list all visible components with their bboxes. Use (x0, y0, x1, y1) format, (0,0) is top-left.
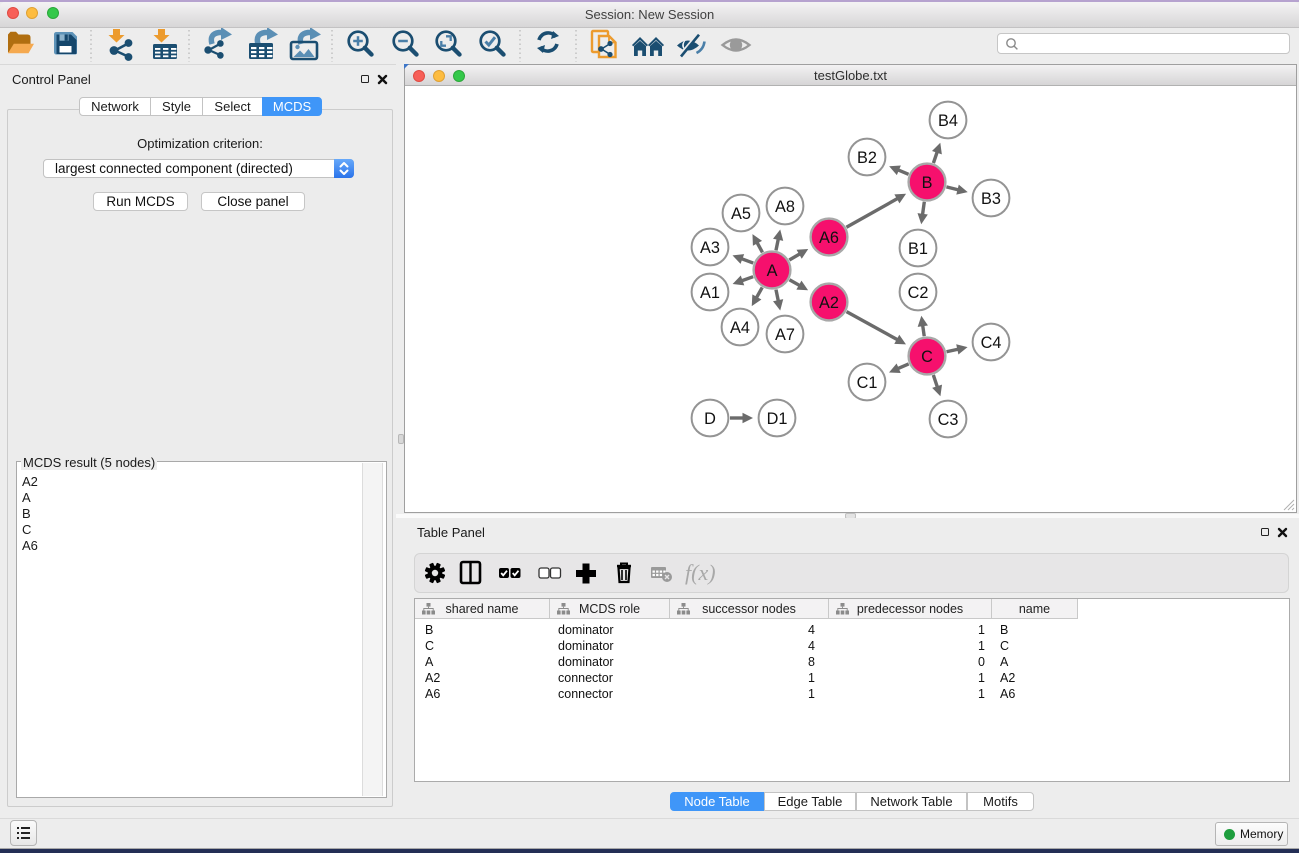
svg-text:A2: A2 (819, 294, 839, 312)
svg-text:B: B (922, 174, 933, 192)
svg-text:A5: A5 (731, 205, 751, 223)
svg-text:A3: A3 (700, 239, 720, 257)
svg-text:A7: A7 (775, 326, 795, 344)
svg-text:C3: C3 (938, 411, 959, 429)
svg-text:f(x): f(x) (685, 560, 716, 585)
svg-text:A8: A8 (775, 198, 795, 216)
svg-text:B3: B3 (981, 190, 1001, 208)
svg-text:A: A (767, 262, 778, 280)
svg-text:D1: D1 (767, 410, 788, 428)
svg-text:C4: C4 (981, 334, 1002, 352)
svg-text:A6: A6 (819, 229, 839, 247)
svg-text:B4: B4 (938, 112, 958, 130)
svg-text:A1: A1 (700, 284, 720, 302)
svg-text:C: C (921, 348, 933, 366)
svg-text:B2: B2 (857, 149, 877, 167)
svg-text:C2: C2 (908, 284, 929, 302)
svg-text:A4: A4 (730, 319, 750, 337)
svg-text:C1: C1 (857, 374, 878, 392)
svg-text:D: D (704, 410, 716, 428)
svg-text:B1: B1 (908, 240, 928, 258)
